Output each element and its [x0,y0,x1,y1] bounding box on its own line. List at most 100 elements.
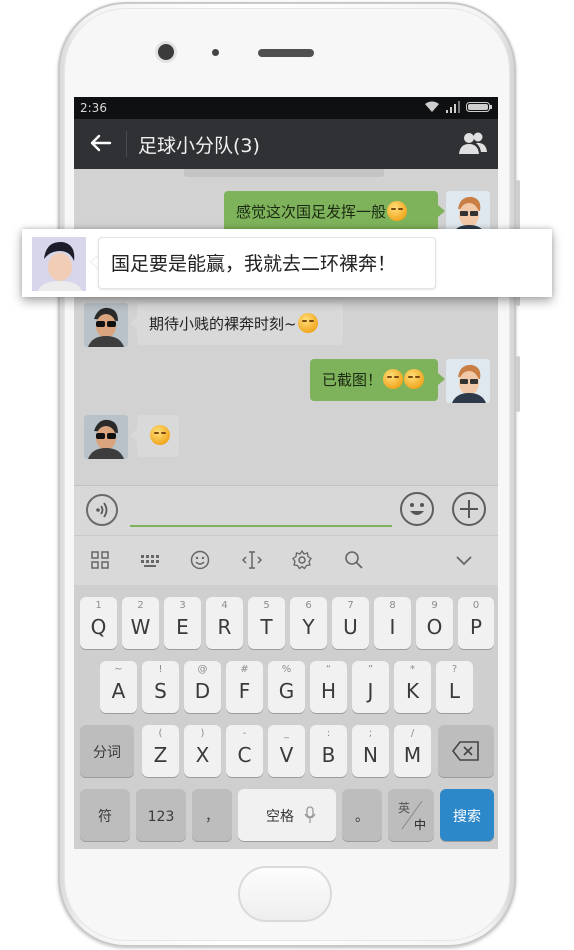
sound-wave-icon [96,502,108,518]
key-y[interactable]: 6Y [290,597,327,649]
key-hint: / [410,728,415,739]
power-button [516,356,520,412]
key-a[interactable]: ~ A [100,661,137,713]
search-icon[interactable] [342,548,366,572]
message-text: 期待小贱的裸奔时刻~ [149,315,297,333]
key-label: P [469,615,483,639]
message-text: 感觉这次国足发挥一般 [236,203,387,221]
bubble-tail [438,205,445,217]
key-label: I [389,615,396,639]
key-label: E [176,615,189,639]
key-t[interactable]: 5T [248,597,285,649]
key-hint: 9 [431,600,438,611]
key-c[interactable]: -C [226,725,263,777]
friend-avatar[interactable] [84,415,128,459]
key-n[interactable]: ; N [352,725,389,777]
period-key[interactable]: 。 [342,789,382,841]
key-hint: * [410,664,415,675]
space-key[interactable]: 空格 [238,789,336,841]
message-text: 已截图！ [322,371,383,389]
key-m[interactable]: / M [394,725,431,777]
cursor-move-icon[interactable] [240,548,264,572]
word-segment-key[interactable]: 分词 [80,725,134,777]
key-hint: ( [158,728,163,739]
key-o[interactable]: 9O [416,597,453,649]
message-bubble-other[interactable] [137,415,179,457]
key-hint: 2 [137,600,144,611]
message-bubble-other[interactable]: 期待小贱的裸奔时刻~ [137,303,343,345]
message-input[interactable] [130,497,392,527]
bubble-tail [438,373,445,385]
volume-up-button [516,180,520,234]
key-i[interactable]: 8I [374,597,411,649]
my-avatar[interactable] [446,359,490,403]
grin-emoji-icon [297,313,318,333]
key-r[interactable]: 4R [206,597,243,649]
key-s[interactable]: ! S [142,661,179,713]
key-hint: ? [451,664,458,675]
key-hint: 3 [179,600,186,611]
key-label: 空格 [266,809,294,825]
chevron-down-icon[interactable] [452,548,476,572]
voice-input-button[interactable] [86,494,118,526]
key-l[interactable]: ? L [436,661,473,713]
key-label: R [217,615,232,639]
key-k[interactable]: * K [394,661,431,713]
more-functions-button[interactable] [452,492,486,526]
key-label: M [403,743,422,767]
friend-avatar[interactable] [84,303,128,347]
backspace-key[interactable] [438,725,494,777]
key-label: 符 [98,809,112,825]
key-z[interactable]: (Z [142,725,179,777]
key-b[interactable]: :B [310,725,347,777]
key-h[interactable]: “H [310,661,347,713]
friend-avatar[interactable] [32,237,86,291]
key-hint: 0 [472,600,480,611]
emoji-button[interactable] [400,492,434,526]
back-arrow-icon[interactable] [88,130,114,156]
battery-icon [466,102,492,112]
message-bubble-other[interactable]: 国足要是能赢，我就去二环裸奔！ [98,237,436,289]
key-label: 。 [355,809,369,825]
settings-gear-icon[interactable] [290,548,314,572]
key-e[interactable]: 3E [164,597,201,649]
chat-input-bar [74,485,498,536]
message-list[interactable]: 感觉这次国足发挥一般 期待小贱的裸奔时刻~ 已截图！ [74,169,498,485]
key-hint: _ [284,728,289,739]
key-label: Y [302,615,315,639]
key-label: S [154,679,167,703]
apps-grid-icon[interactable] [88,548,112,572]
message-bubble-mine[interactable]: 已截图！ [310,359,438,401]
key-d[interactable]: @ D [184,661,221,713]
emoji-panel-icon[interactable] [188,548,212,572]
key-f[interactable]: # F [226,661,263,713]
message-fragment [184,169,384,177]
message-text: 国足要是能赢，我就去二环裸奔！ [111,253,397,275]
key-hint: ~ [114,664,123,675]
key-x[interactable]: ) X [184,725,221,777]
key-v[interactable]: _ V [268,725,305,777]
home-button[interactable] [238,866,332,922]
group-members-icon[interactable] [458,130,488,156]
key-p[interactable]: 0P [458,597,494,649]
key-hint: 1 [95,600,102,611]
search-key[interactable]: 搜索 [440,789,494,841]
wifi-icon [425,101,439,112]
symbols-key[interactable]: 符 [80,789,130,841]
key-q[interactable]: 1Q [80,597,117,649]
key-u[interactable]: 7U [332,597,369,649]
key-hint: ) [200,728,205,739]
message-bubble-mine[interactable]: 感觉这次国足发挥一般 [224,191,438,233]
keyboard-layout-icon[interactable] [138,548,162,572]
key-g[interactable]: % G [268,661,305,713]
key-label: U [343,615,358,639]
user-portrait-icon [446,359,490,403]
numbers-key[interactable]: 123 [136,789,186,841]
key-hint: : [326,728,331,739]
signal-icon [446,101,460,113]
status-time: 2:36 [80,101,107,115]
language-switch-key[interactable]: 英 中 [388,789,434,841]
key-w[interactable]: 2W [122,597,159,649]
key-label: G [278,679,295,703]
key-j[interactable]: ” J [352,661,389,713]
